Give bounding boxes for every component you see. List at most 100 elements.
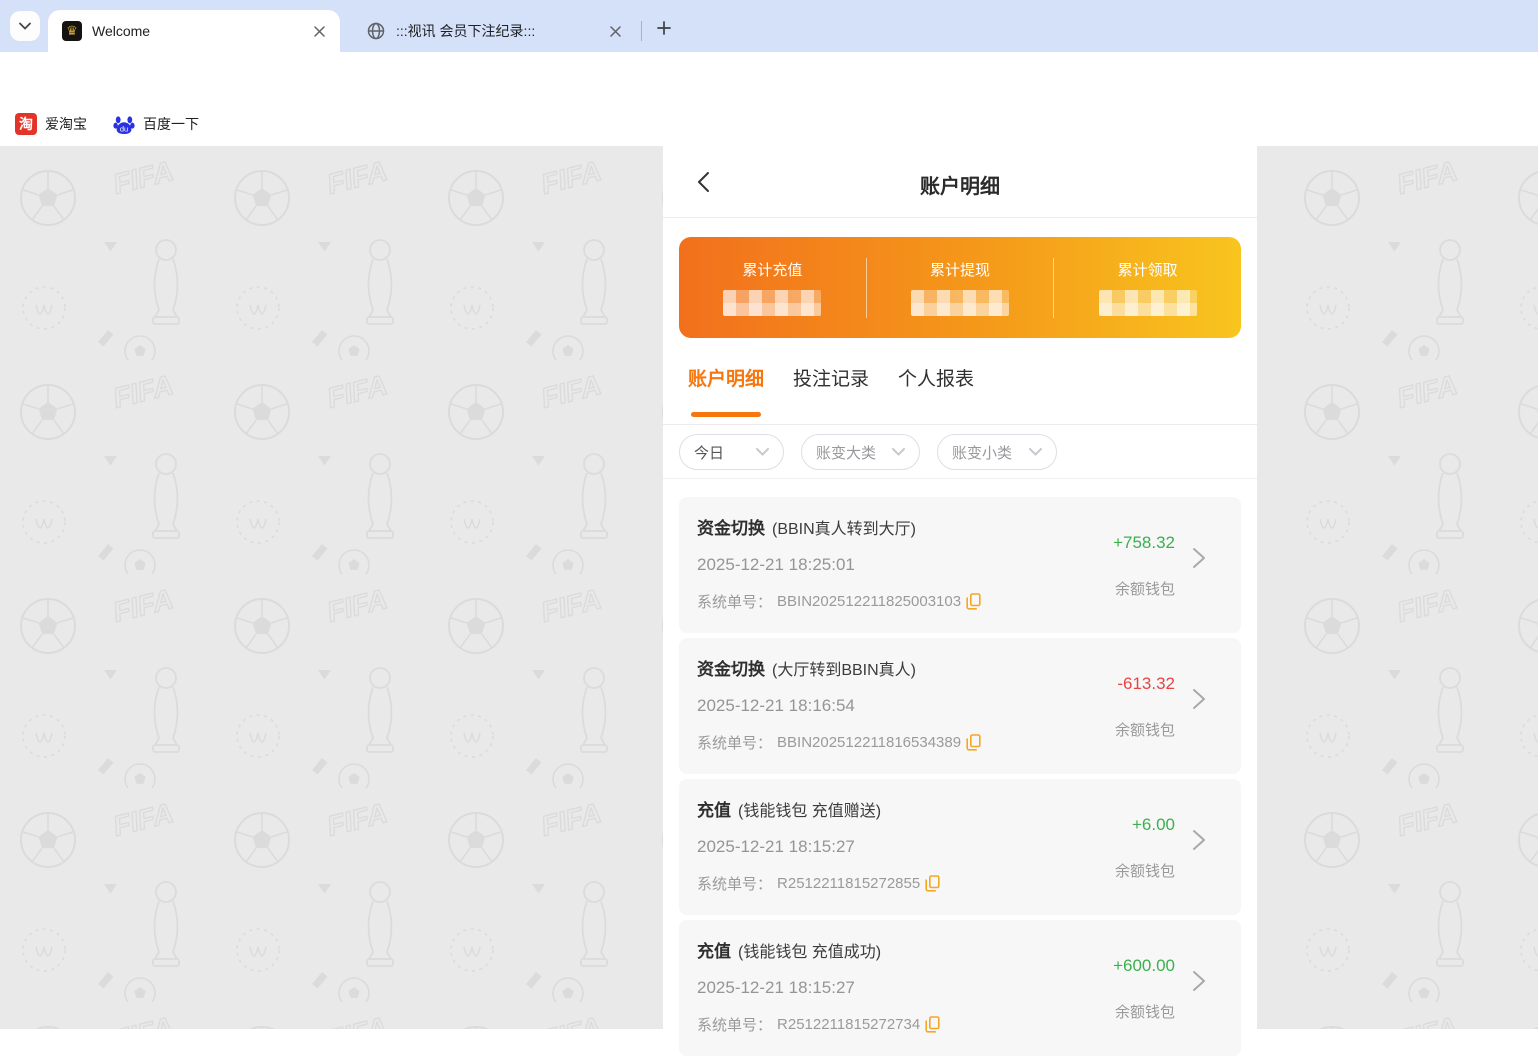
order-label: 系统单号： <box>697 1014 772 1035</box>
wallet-label: 余额钱包 <box>1115 719 1175 740</box>
chevron-right-icon[interactable] <box>1192 970 1206 992</box>
transaction-time: 2025-12-21 18:15:27 <box>697 837 855 857</box>
tab-label: 投注记录 <box>793 369 869 390</box>
page-header: 账户明细 <box>663 146 1257 218</box>
transaction-detail: (大厅转到BBIN真人) <box>772 662 916 679</box>
copy-icon[interactable] <box>925 1016 940 1033</box>
transaction-title: 资金切换(大厅转到BBIN真人) <box>697 655 916 680</box>
filter-date-dropdown[interactable]: 今日 <box>679 434 784 470</box>
order-number: R2512211815272855 <box>777 875 920 892</box>
filter-label: 账变大类 <box>816 442 876 463</box>
wallet-label: 余额钱包 <box>1115 1001 1175 1022</box>
tab-account-detail[interactable]: 账户明细 <box>688 360 764 391</box>
tab-close-button[interactable] <box>604 20 626 42</box>
chevron-down-icon <box>1029 448 1042 456</box>
plus-icon <box>657 21 671 35</box>
bookmark-taobao[interactable]: 淘 爱淘宝 <box>15 109 87 139</box>
transaction-amount: +600.00 <box>1113 956 1175 976</box>
transaction-amount: +6.00 <box>1132 815 1175 835</box>
globe-icon <box>366 21 386 41</box>
filter-label: 今日 <box>694 442 724 463</box>
transaction-type: 资金切换 <box>697 519 765 538</box>
chevron-right-icon[interactable] <box>1192 829 1206 851</box>
transaction-time: 2025-12-21 18:15:27 <box>697 978 855 998</box>
filter-label: 账变小类 <box>952 442 1012 463</box>
tab-label: 账户明细 <box>688 369 764 390</box>
chevron-right-icon[interactable] <box>1192 547 1206 569</box>
transaction-row[interactable]: 资金切换 (BBIN真人转到大厅) 2025-12-21 18:25:01 系统单… <box>679 497 1241 633</box>
censored-value <box>911 290 1009 316</box>
filter-bar: 今日 账变大类 账变小类 <box>663 425 1257 479</box>
close-icon <box>610 26 621 37</box>
browser-tab-welcome[interactable]: ♛ Welcome <box>48 10 340 52</box>
tab-personal-report[interactable]: 个人报表 <box>898 360 974 391</box>
transaction-row[interactable]: 资金切换(大厅转到BBIN真人) 2025-12-21 18:16:54 系统单… <box>679 638 1241 774</box>
order-number: R2512211815272734 <box>777 1016 920 1033</box>
summary-total-withdrawal: 累计提现 <box>867 259 1054 316</box>
tab-close-button[interactable] <box>308 20 330 42</box>
transaction-type: 充值 <box>697 942 731 961</box>
account-detail-panel: 账户明细 累计充值 累计提现 累计领取 账户明细 <box>663 146 1257 1029</box>
wallet-label: 余额钱包 <box>1115 860 1175 881</box>
transaction-row[interactable]: 充值(钱能钱包 充值赠送) 2025-12-21 18:15:27 系统单号： … <box>679 779 1241 915</box>
copy-icon[interactable] <box>966 593 981 610</box>
transaction-title: 充值(钱能钱包 充值赠送) <box>697 796 881 821</box>
transaction-row[interactable]: 充值 (钱能钱包 充值成功) 2025-12-21 18:15:27 系统单号： … <box>679 920 1241 1056</box>
page-content: FIFA <box>0 146 1538 1029</box>
summary-total-deposit: 累计充值 <box>679 259 866 316</box>
bookmark-baidu[interactable]: du 百度一下 <box>113 109 199 139</box>
transaction-order: 系统单号： BBIN202512211816534389 <box>697 732 981 753</box>
summary-card: 累计充值 累计提现 累计领取 <box>679 237 1241 338</box>
order-label: 系统单号： <box>697 873 772 894</box>
bookmarks-bar: 淘 爱淘宝 du 百度一下 <box>0 102 1538 146</box>
transaction-title: 资金切换 (BBIN真人转到大厅) <box>697 514 916 539</box>
summary-label: 累计充值 <box>742 259 802 280</box>
baidu-icon: du <box>113 113 135 135</box>
transaction-title: 充值 (钱能钱包 充值成功) <box>697 937 881 962</box>
chevron-right-icon[interactable] <box>1192 688 1206 710</box>
svg-text:du: du <box>120 125 128 134</box>
browser-tab-strip: ♛ Welcome :::视讯 会员下注纪录::: <box>0 0 1538 52</box>
report-tabs: 账户明细 投注记录 个人报表 <box>663 360 1257 425</box>
site-favicon: ♛ <box>62 21 82 41</box>
censored-value <box>723 290 821 316</box>
tab-search-button[interactable] <box>10 11 40 41</box>
active-tab-underline <box>691 412 761 417</box>
browser-toolbar: ld48.com/reports/index?tab=0 <box>0 52 1538 102</box>
copy-icon[interactable] <box>925 875 940 892</box>
tab-title: Welcome <box>92 23 308 39</box>
transaction-detail: (BBIN真人转到大厅) <box>772 521 916 538</box>
transaction-amount: +758.32 <box>1113 533 1175 553</box>
close-icon <box>314 26 325 37</box>
page-title: 账户明细 <box>663 170 1257 199</box>
tab-divider <box>641 21 642 41</box>
order-label: 系统单号： <box>697 591 772 612</box>
summary-total-claimed: 累计领取 <box>1054 259 1241 316</box>
chevron-down-icon <box>19 22 31 30</box>
bookmark-label: 百度一下 <box>143 114 199 134</box>
transaction-time: 2025-12-21 18:25:01 <box>697 555 855 575</box>
filter-major-category-dropdown[interactable]: 账变大类 <box>801 434 920 470</box>
transaction-detail: (钱能钱包 充值赠送) <box>738 803 881 820</box>
copy-icon[interactable] <box>966 734 981 751</box>
transaction-order: 系统单号： R2512211815272734 <box>697 1014 940 1035</box>
new-tab-button[interactable] <box>650 14 678 42</box>
transaction-detail: (钱能钱包 充值成功) <box>738 944 881 961</box>
order-label: 系统单号： <box>697 732 772 753</box>
filter-minor-category-dropdown[interactable]: 账变小类 <box>937 434 1057 470</box>
bookmark-label: 爱淘宝 <box>45 114 87 134</box>
censored-value <box>1099 290 1197 316</box>
wallet-label: 余额钱包 <box>1115 578 1175 599</box>
tab-label: 个人报表 <box>898 369 974 390</box>
summary-label: 累计领取 <box>1118 259 1178 280</box>
order-number: BBIN202512211816534389 <box>777 734 961 751</box>
transaction-amount: -613.32 <box>1117 674 1175 694</box>
chevron-down-icon <box>756 448 769 456</box>
tab-title: :::视讯 会员下注纪录::: <box>396 21 604 41</box>
browser-tab-betting-records[interactable]: :::视讯 会员下注纪录::: <box>352 10 636 52</box>
order-number: BBIN202512211825003103 <box>777 593 961 610</box>
transaction-list: 资金切换 (BBIN真人转到大厅) 2025-12-21 18:25:01 系统单… <box>663 479 1257 1056</box>
summary-label: 累计提现 <box>930 259 990 280</box>
transaction-order: 系统单号： R2512211815272855 <box>697 873 940 894</box>
tab-bet-records[interactable]: 投注记录 <box>793 360 869 391</box>
